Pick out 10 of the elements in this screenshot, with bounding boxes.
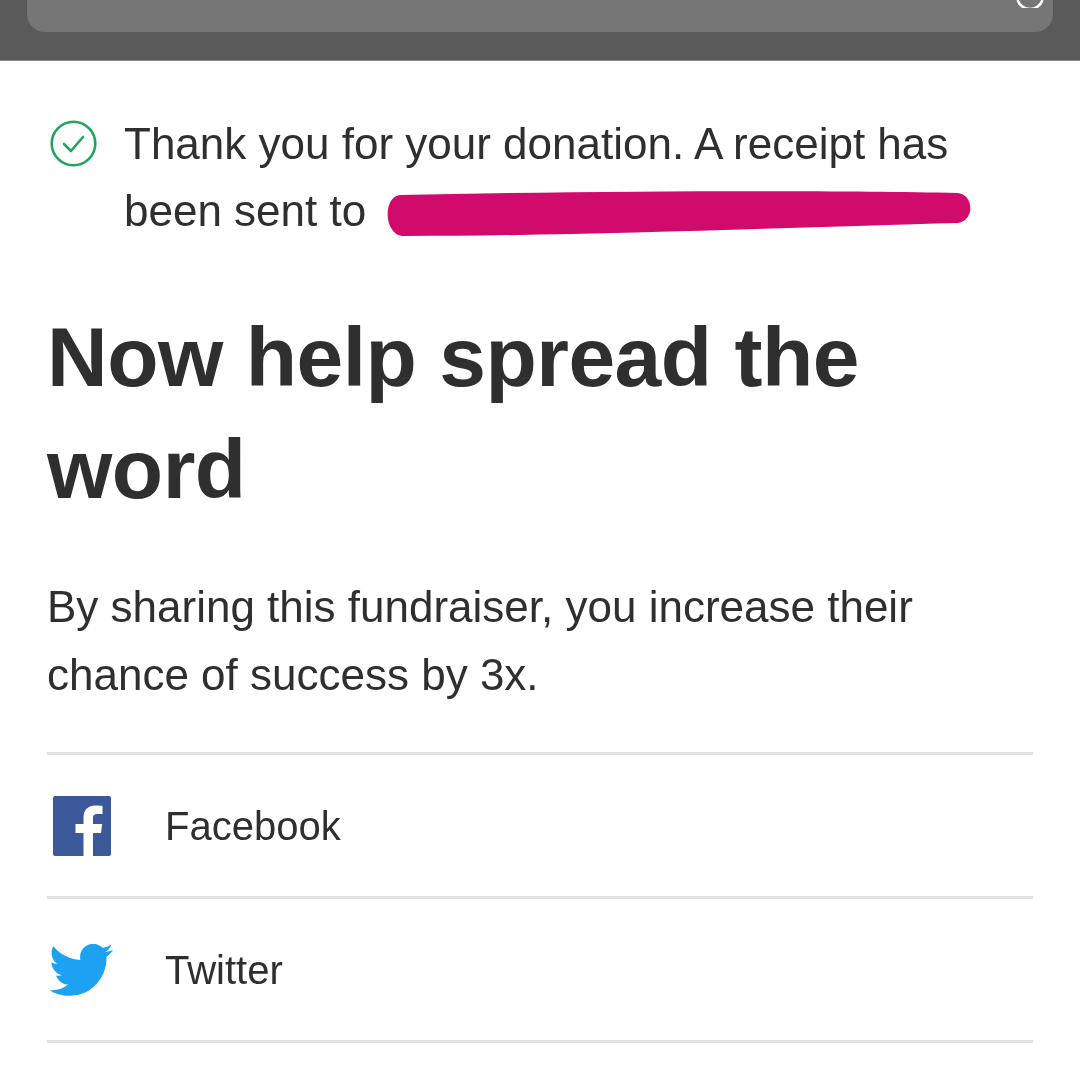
description-text: By sharing this fundraiser, you increase their chance of success by 3x. [47,581,914,701]
share-option[interactable]: Twitter [47,899,1033,1043]
bird-icon [49,943,113,996]
address-bar[interactable] [27,0,1053,32]
f-logo-icon [53,795,111,856]
receipt-notice-text: Thank you for your donation. A receipt has been sent to [124,119,949,235]
check-circle-icon [50,120,97,167]
share-option[interactable]: Facebook [47,755,1033,899]
ring-icon [1015,0,1045,8]
page-heading: Now help spread the word [47,309,860,518]
